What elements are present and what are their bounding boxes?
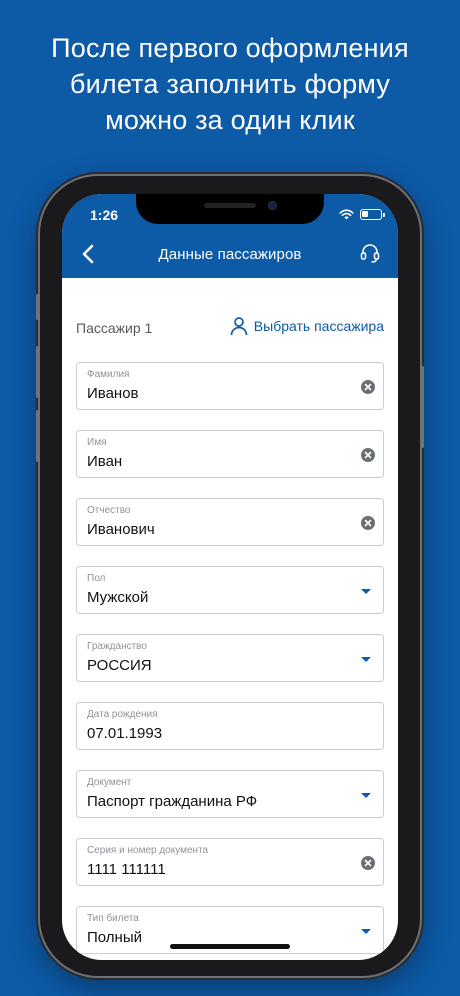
surname-field[interactable]: Фамилия Иванов	[76, 362, 384, 410]
clear-icon[interactable]	[361, 516, 375, 530]
home-indicator	[170, 944, 290, 949]
field-label: Серия и номер документа	[87, 845, 209, 856]
user-icon	[230, 317, 248, 336]
field-label: Дата рождения	[87, 709, 158, 720]
field-value: 07.01.1993	[87, 725, 163, 742]
caret-down-icon[interactable]	[361, 793, 371, 798]
speaker-grille	[204, 203, 256, 208]
passenger-label: Пассажир 1	[76, 320, 153, 336]
support-button[interactable]	[358, 241, 382, 265]
field-value: Иванович	[87, 521, 155, 538]
phone-notch	[136, 194, 324, 224]
field-label: Тип билета	[87, 913, 139, 924]
gender-select[interactable]: Пол Мужской	[76, 566, 384, 614]
promo-headline: После первого оформления билета заполнит…	[0, 30, 460, 138]
field-label: Отчество	[87, 505, 131, 516]
document-select[interactable]: Документ Паспорт гражданина РФ	[76, 770, 384, 818]
field-label: Фамилия	[87, 369, 130, 380]
field-label: Гражданство	[87, 641, 147, 652]
field-value: Иванов	[87, 385, 139, 402]
field-value: 1111 111111	[87, 861, 166, 878]
birth-date-field[interactable]: Дата рождения 07.01.1993	[76, 702, 384, 750]
field-value: Иван	[87, 453, 123, 470]
caret-down-icon[interactable]	[361, 657, 371, 662]
phone-power-button	[421, 366, 424, 448]
promo-line-3: можно за один клик	[105, 105, 355, 135]
field-label: Пол	[87, 573, 106, 584]
choose-passenger-button[interactable]: Выбрать пассажира	[230, 316, 384, 336]
phone-mute-switch	[36, 294, 39, 320]
field-value: РОССИЯ	[87, 657, 152, 674]
clear-icon[interactable]	[361, 380, 375, 394]
status-icons	[339, 209, 385, 220]
page-title: Данные пассажиров	[158, 246, 302, 263]
phone-screen: 1:26 Данные пассажиров Пассажир 1 Выбрат…	[62, 194, 398, 960]
front-camera	[268, 201, 277, 210]
status-time: 1:26	[90, 207, 119, 223]
document-number-field[interactable]: Серия и номер документа 1111 111111	[76, 838, 384, 886]
citizenship-select[interactable]: Гражданство РОССИЯ	[76, 634, 384, 682]
first-name-field[interactable]: Имя Иван	[76, 430, 384, 478]
headset-icon	[360, 244, 380, 263]
wifi-icon	[339, 209, 354, 220]
passenger-row: Пассажир 1 Выбрать пассажира	[76, 316, 384, 340]
clear-icon[interactable]	[361, 448, 375, 462]
caret-down-icon[interactable]	[361, 589, 371, 594]
field-value: Паспорт гражданина РФ	[87, 793, 258, 810]
patronymic-field[interactable]: Отчество Иванович	[76, 498, 384, 546]
promo-line-2: билета заполнить форму	[69, 69, 391, 99]
battery-icon	[360, 209, 385, 220]
promo-line-1: После первого оформления	[51, 33, 409, 63]
choose-passenger-label: Выбрать пассажира	[253, 318, 384, 334]
phone-frame: 1:26 Данные пассажиров Пассажир 1 Выбрат…	[36, 176, 424, 976]
caret-down-icon[interactable]	[361, 929, 371, 934]
phone-volume-up	[36, 346, 39, 398]
field-label: Документ	[87, 777, 132, 788]
field-label: Имя	[87, 437, 107, 448]
phone-volume-down	[36, 410, 39, 462]
field-value: Мужской	[87, 589, 149, 606]
field-value: Полный	[87, 929, 142, 946]
clear-icon[interactable]	[361, 856, 375, 870]
